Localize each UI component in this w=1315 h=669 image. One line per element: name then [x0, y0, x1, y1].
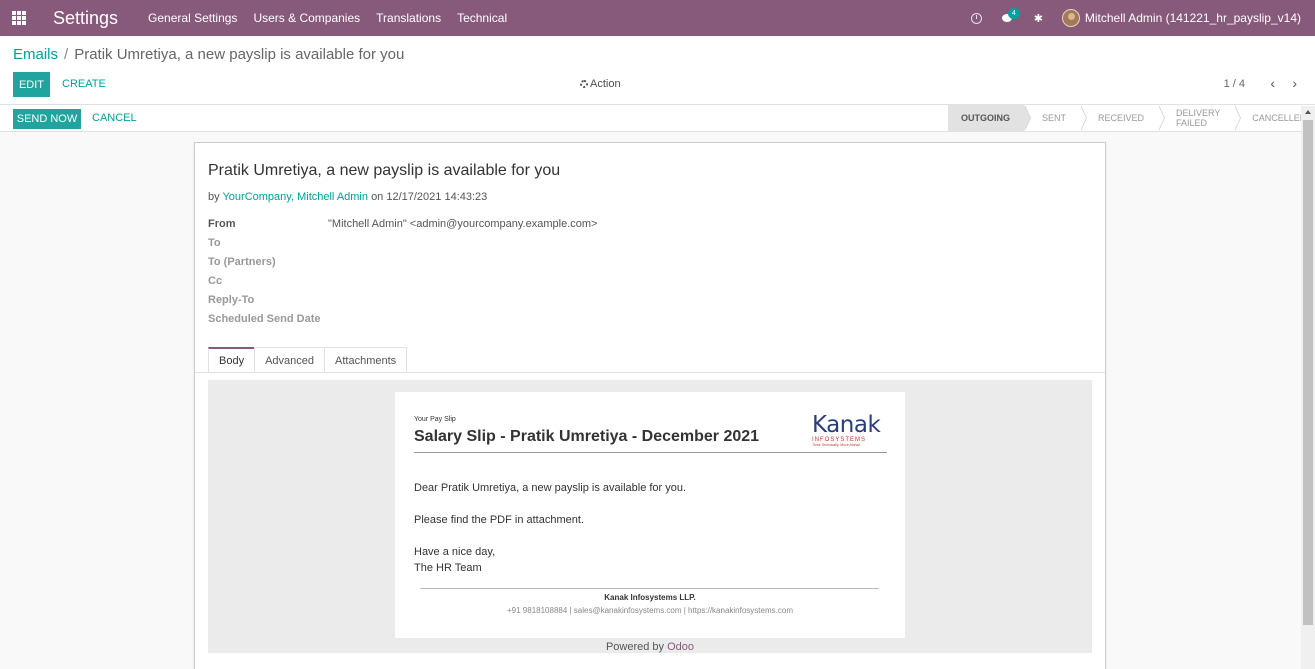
scroll-up-icon[interactable] — [1305, 110, 1311, 114]
to-partners-label: To (Partners) — [208, 256, 276, 268]
edit-button[interactable]: EDIT — [13, 72, 50, 97]
from-label: From — [208, 218, 236, 230]
powered-by: Powered by Odoo — [208, 641, 1092, 653]
stage-sent[interactable]: SENT — [1024, 105, 1088, 131]
menu-users-companies[interactable]: Users & Companies — [253, 11, 360, 25]
user-name: Mitchell Admin (141221_hr_payslip_v14) — [1084, 11, 1301, 25]
email-subject: Pratik Umretiya, a new payslip is availa… — [208, 162, 561, 179]
cc-label: Cc — [208, 275, 223, 287]
email-small-title: Your Pay Slip — [414, 416, 456, 423]
statusbar: SEND NOW CANCEL OUTGOING SENT RECEIVED D… — [0, 105, 1315, 132]
tab-advanced[interactable]: Advanced — [254, 347, 326, 373]
stage-delivery-failed[interactable]: DELIVERY FAILED — [1158, 105, 1242, 131]
to-label: To — [208, 237, 221, 249]
apps-menu-icon[interactable] — [0, 0, 38, 36]
gear-icon — [580, 80, 588, 88]
breadcrumb-current: Pratik Umretiya, a new payslip is availa… — [74, 46, 405, 63]
form-tabs: Body Advanced Attachments — [208, 347, 408, 373]
logo-tagline: Think Technically, Move Ahead — [812, 443, 860, 447]
footer-divider — [420, 588, 879, 589]
form-sheet: Pratik Umretiya, a new payslip is availa… — [194, 142, 1106, 669]
byline-by: by — [208, 191, 220, 203]
breadcrumb-separator: / — [64, 46, 69, 63]
messaging-chat-icon[interactable]: 4 — [992, 0, 1023, 36]
app-title: Settings — [53, 7, 119, 28]
tab-body[interactable]: Body — [208, 347, 256, 373]
action-label: Action — [590, 78, 621, 90]
email-date: on 12/17/2021 14:43:23 — [371, 191, 488, 203]
kanak-logo: Kanak INFOSYSTEMS Think Technically, Mov… — [812, 414, 884, 448]
status-stages: OUTGOING SENT RECEIVED DELIVERY FAILED C… — [948, 105, 1315, 131]
avatar — [1061, 9, 1080, 27]
email-signature: The HR Team — [414, 562, 482, 574]
activities-clock-icon[interactable] — [961, 0, 992, 36]
debug-bug-icon[interactable]: ✱ — [1023, 0, 1054, 36]
email-greeting: Dear Pratik Umretiya, a new payslip is a… — [414, 482, 687, 494]
powered-by-text: Powered by — [605, 641, 665, 653]
action-menu-button[interactable]: Action — [580, 78, 621, 90]
top-navbar: Settings General Settings Users & Compan… — [0, 0, 1315, 36]
menu-general-settings[interactable]: General Settings — [148, 11, 237, 25]
email-title: Salary Slip - Pratik Umretiya - December… — [414, 428, 760, 445]
reply-to-label: Reply-To — [208, 294, 255, 306]
breadcrumb-emails-link[interactable]: Emails — [13, 46, 58, 63]
pager-previous-icon[interactable]: ‹ — [1270, 75, 1275, 91]
tab-divider — [195, 372, 1105, 373]
chat-count-badge: 4 — [1007, 8, 1020, 19]
control-panel: Emails / Pratik Umretiya, a new payslip … — [0, 36, 1315, 105]
footer-contact: +91 9818108884 | sales@kanakinfosystems.… — [507, 606, 793, 615]
email-card: Your Pay Slip Salary Slip - Pratik Umret… — [395, 392, 905, 638]
email-body-text: Please find the PDF in attachment. — [414, 514, 584, 526]
tab-attachments[interactable]: Attachments — [324, 347, 408, 373]
email-closing: Have a nice day, — [414, 546, 496, 558]
menu-technical[interactable]: Technical — [457, 11, 507, 25]
stage-received[interactable]: RECEIVED — [1080, 105, 1166, 131]
author-link[interactable]: YourCompany, Mitchell Admin — [222, 191, 368, 203]
user-menu[interactable]: Mitchell Admin (141221_hr_payslip_v14) — [1061, 9, 1301, 27]
stage-outgoing[interactable]: OUTGOING — [948, 105, 1031, 131]
scroll-thumb[interactable] — [1303, 120, 1313, 625]
scheduled-send-date-label: Scheduled Send Date — [208, 313, 321, 325]
from-value: "Mitchell Admin" <admin@yourcompany.exam… — [328, 218, 598, 230]
breadcrumb: Emails / Pratik Umretiya, a new payslip … — [13, 46, 404, 63]
create-button[interactable]: CREATE — [62, 78, 106, 90]
send-now-button[interactable]: SEND NOW — [13, 109, 81, 129]
pager-value[interactable]: 1 / 4 — [1224, 78, 1245, 90]
title-divider — [414, 452, 887, 453]
email-body-preview: Your Pay Slip Salary Slip - Pratik Umret… — [208, 380, 1092, 653]
odoo-link[interactable]: Odoo — [667, 641, 694, 653]
cancel-button[interactable]: CANCEL — [92, 112, 137, 124]
pager-next-icon[interactable]: › — [1292, 75, 1297, 91]
email-byline: by YourCompany, Mitchell Admin on 12/17/… — [208, 191, 487, 203]
footer-company: Kanak Infosystems LLP. — [604, 593, 696, 602]
menu-translations[interactable]: Translations — [376, 11, 441, 25]
page-scrollbar[interactable] — [1301, 106, 1315, 669]
logo-word: Kanak — [812, 412, 881, 438]
